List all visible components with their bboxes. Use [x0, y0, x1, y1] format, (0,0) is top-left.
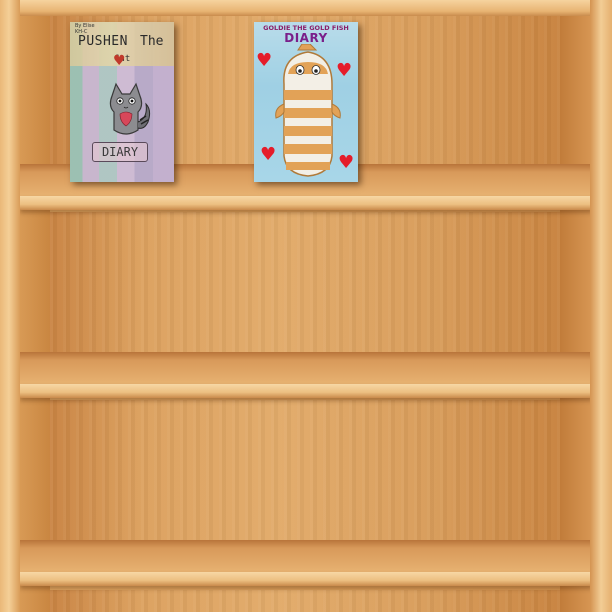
heart-icon: ♥ — [256, 50, 273, 71]
shelf-side-left — [20, 16, 50, 612]
book-title-big: DIARY — [284, 31, 328, 45]
shelf-3-surface — [20, 540, 590, 572]
cat-illustration — [109, 82, 151, 135]
shelf-1-edge — [20, 196, 592, 210]
book-subtitle-box: DIARY — [92, 142, 148, 162]
fish-illustration — [275, 44, 341, 177]
book-title-word2: The — [140, 34, 164, 49]
shelf-3-edge — [20, 572, 592, 586]
frame-right — [590, 0, 612, 612]
frame-left — [0, 0, 20, 612]
shelf-side-right — [560, 16, 590, 612]
bookshelf: By Elise KH-C PUSHEN The Cat DIARY ♥ GOL… — [0, 0, 612, 612]
shelf-2-surface — [20, 352, 590, 384]
heart-icon: ♥ — [336, 60, 353, 81]
book-subtitle: DIARY — [101, 145, 139, 159]
shelf-back-2 — [50, 212, 562, 352]
shelf-back-4 — [50, 590, 562, 612]
book-goldie-the-gold-fish-diary[interactable]: GOLDIE THE GOLD FISH DIARY ♥ ♥ ♥ ♥ — [254, 22, 358, 182]
heart-icon: ♥ — [113, 53, 126, 69]
heart-icon: ♥ — [260, 144, 277, 165]
shelf-back-3 — [50, 400, 562, 540]
book-title-word1: PUSHEN — [78, 34, 128, 49]
book-pushen-the-cat-diary[interactable]: By Elise KH-C PUSHEN The Cat DIARY ♥ — [70, 22, 174, 182]
shelf-2-edge — [20, 384, 592, 398]
heart-icon: ♥ — [338, 152, 355, 173]
frame-top — [0, 0, 612, 16]
